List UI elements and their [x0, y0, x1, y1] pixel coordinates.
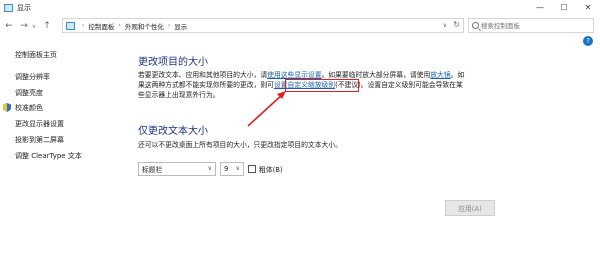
- maximize-button[interactable]: ☐: [552, 0, 576, 15]
- sidebar-item-calibrate-color[interactable]: 校准颜色: [15, 103, 43, 113]
- minimize-button[interactable]: —: [528, 0, 552, 15]
- refresh-icon[interactable]: ↻: [453, 20, 460, 29]
- close-button[interactable]: ✕: [576, 0, 600, 15]
- breadcrumb-separator-icon: ›: [82, 22, 85, 29]
- title-bar: 显示 — ☐ ✕: [0, 0, 600, 15]
- desc-text: 。如: [450, 71, 465, 79]
- address-bar[interactable]: › 控制面板 › 外观和个性化 › 显示 ∨ ↻: [62, 18, 464, 33]
- section-description-line3: 些显示器上出现意外行为。: [138, 91, 220, 99]
- forward-arrow-icon[interactable]: →: [18, 19, 30, 33]
- sidebar-item-cleartype[interactable]: 调整 ClearType 文本: [15, 151, 82, 161]
- address-dropdown-icon[interactable]: ∨: [443, 22, 447, 29]
- window-title: 显示: [17, 3, 31, 12]
- sidebar-item-project-second-screen[interactable]: 投影到第二屏幕: [15, 135, 64, 145]
- breadcrumb-control-panel[interactable]: 控制面板: [88, 21, 114, 31]
- sidebar: 控制面板主页 调整分辨率 调整亮度 校准颜色 更改显示器设置 投影到第二屏幕 调…: [0, 36, 112, 253]
- display-settings-link[interactable]: 使用这些显示设置: [267, 71, 321, 79]
- font-size-select[interactable]: 9 ∨: [220, 162, 244, 176]
- search-input[interactable]: [481, 21, 581, 30]
- font-size-value: 9: [224, 165, 229, 173]
- element-select[interactable]: 标题栏 ∨: [138, 162, 216, 176]
- search-icon: [472, 22, 479, 29]
- breadcrumb-separator-icon: ›: [118, 22, 121, 29]
- section-title-change-size: 更改项目的大小: [138, 57, 208, 68]
- recent-locations-chevron-icon[interactable]: ∨: [30, 19, 38, 33]
- chevron-down-icon: ∨: [235, 165, 240, 172]
- magnifier-link[interactable]: 放大镜: [430, 71, 450, 79]
- display-app-icon: [4, 3, 13, 12]
- window-controls: — ☐ ✕: [528, 0, 600, 15]
- desc-text: 果这两种方式都不能实现你所要的更改，则可: [138, 81, 274, 89]
- back-arrow-icon[interactable]: ←: [3, 19, 15, 33]
- element-select-value: 标题栏: [142, 166, 163, 174]
- sidebar-item-display-settings[interactable]: 更改显示器设置: [15, 119, 64, 129]
- breadcrumb-appearance[interactable]: 外观和个性化: [125, 21, 164, 31]
- desc-text: 若要更改文本、应用和其他项目的大小，请: [138, 71, 268, 79]
- desc-text: 。如果要临时放大部分屏幕，请使用: [321, 71, 431, 79]
- text-size-description: 还可以不更改桌面上所有项目的大小，只更改指定项目的文本大小。: [138, 141, 342, 149]
- sidebar-item-brightness[interactable]: 调整亮度: [15, 88, 43, 98]
- chevron-down-icon: ∨: [207, 165, 212, 172]
- highlight-box: [285, 79, 359, 92]
- section-title-text-size: 仅更改文本大小: [138, 126, 208, 137]
- navigation-bar: ← → ∨ ↑ › 控制面板 › 外观和个性化 › 显示 ∨ ↻: [0, 16, 600, 36]
- shield-icon: [3, 103, 11, 112]
- sidebar-item-home[interactable]: 控制面板主页: [15, 50, 57, 60]
- breadcrumb-display[interactable]: 显示: [174, 21, 187, 31]
- bold-checkbox[interactable]: [248, 165, 256, 173]
- control-panel-icon: [66, 21, 75, 30]
- search-box[interactable]: [468, 18, 594, 33]
- help-icon[interactable]: ?: [583, 36, 593, 46]
- bold-checkbox-label[interactable]: 粗体(B): [259, 164, 283, 174]
- up-arrow-icon[interactable]: ↑: [41, 19, 53, 33]
- apply-button[interactable]: 应用(A): [445, 200, 495, 216]
- breadcrumb-separator-icon: ›: [167, 22, 171, 29]
- sidebar-item-resolution[interactable]: 调整分辨率: [15, 72, 50, 82]
